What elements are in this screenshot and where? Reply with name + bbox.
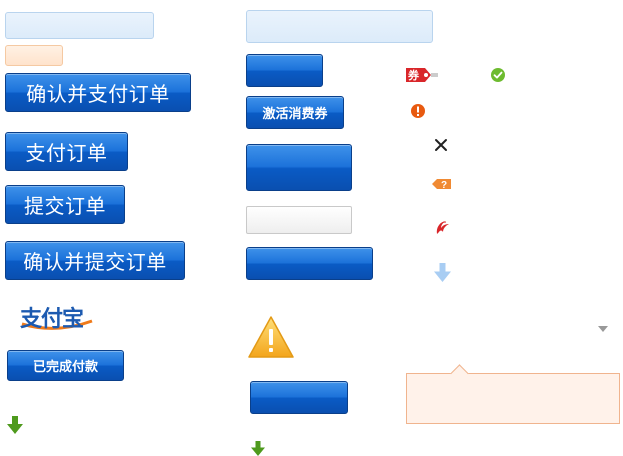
- activate-voucher-button[interactable]: 激活消费券: [246, 96, 344, 129]
- tooltip-popover: [406, 364, 620, 424]
- blank-blue-button-wide[interactable]: [246, 247, 373, 280]
- voucher-tag-icon: 券: [405, 66, 439, 84]
- alipay-logo-text: 支付宝: [20, 306, 84, 332]
- success-check-icon: [490, 67, 506, 83]
- airline-phoenix-icon: [434, 219, 450, 236]
- light-blue-input-box-small[interactable]: [5, 12, 154, 39]
- blank-blue-button-bottom[interactable]: [250, 381, 348, 414]
- confirm-submit-order-button[interactable]: 确认并提交订单: [5, 241, 185, 280]
- pay-order-button[interactable]: 支付订单: [5, 132, 128, 171]
- alipay-logo: 支付宝: [18, 300, 98, 334]
- help-question-tag-icon[interactable]: ?: [432, 177, 452, 191]
- close-x-icon[interactable]: [434, 138, 448, 152]
- peach-input-box[interactable]: [5, 45, 63, 66]
- svg-text:?: ?: [441, 180, 447, 191]
- warning-triangle-icon: [248, 315, 294, 359]
- tooltip-popover-arrow: [450, 364, 469, 383]
- dropdown-triangle-icon[interactable]: [597, 325, 609, 333]
- error-exclamation-icon: [410, 103, 426, 119]
- voucher-tag-label: 券: [408, 69, 419, 82]
- down-arrow-green-icon: [251, 441, 265, 456]
- blank-blue-button-tall[interactable]: [246, 144, 352, 191]
- light-blue-input-box-large[interactable]: [246, 10, 433, 43]
- grey-input-box[interactable]: [246, 206, 352, 234]
- down-arrow-green-icon: [6, 416, 23, 434]
- blank-blue-button-small[interactable]: [246, 54, 323, 87]
- submit-order-button[interactable]: 提交订单: [5, 185, 125, 224]
- confirm-pay-order-button[interactable]: 确认并支付订单: [5, 73, 191, 112]
- down-arrow-light-blue-icon: [434, 263, 451, 282]
- payment-completed-button[interactable]: 已完成付款: [7, 350, 124, 381]
